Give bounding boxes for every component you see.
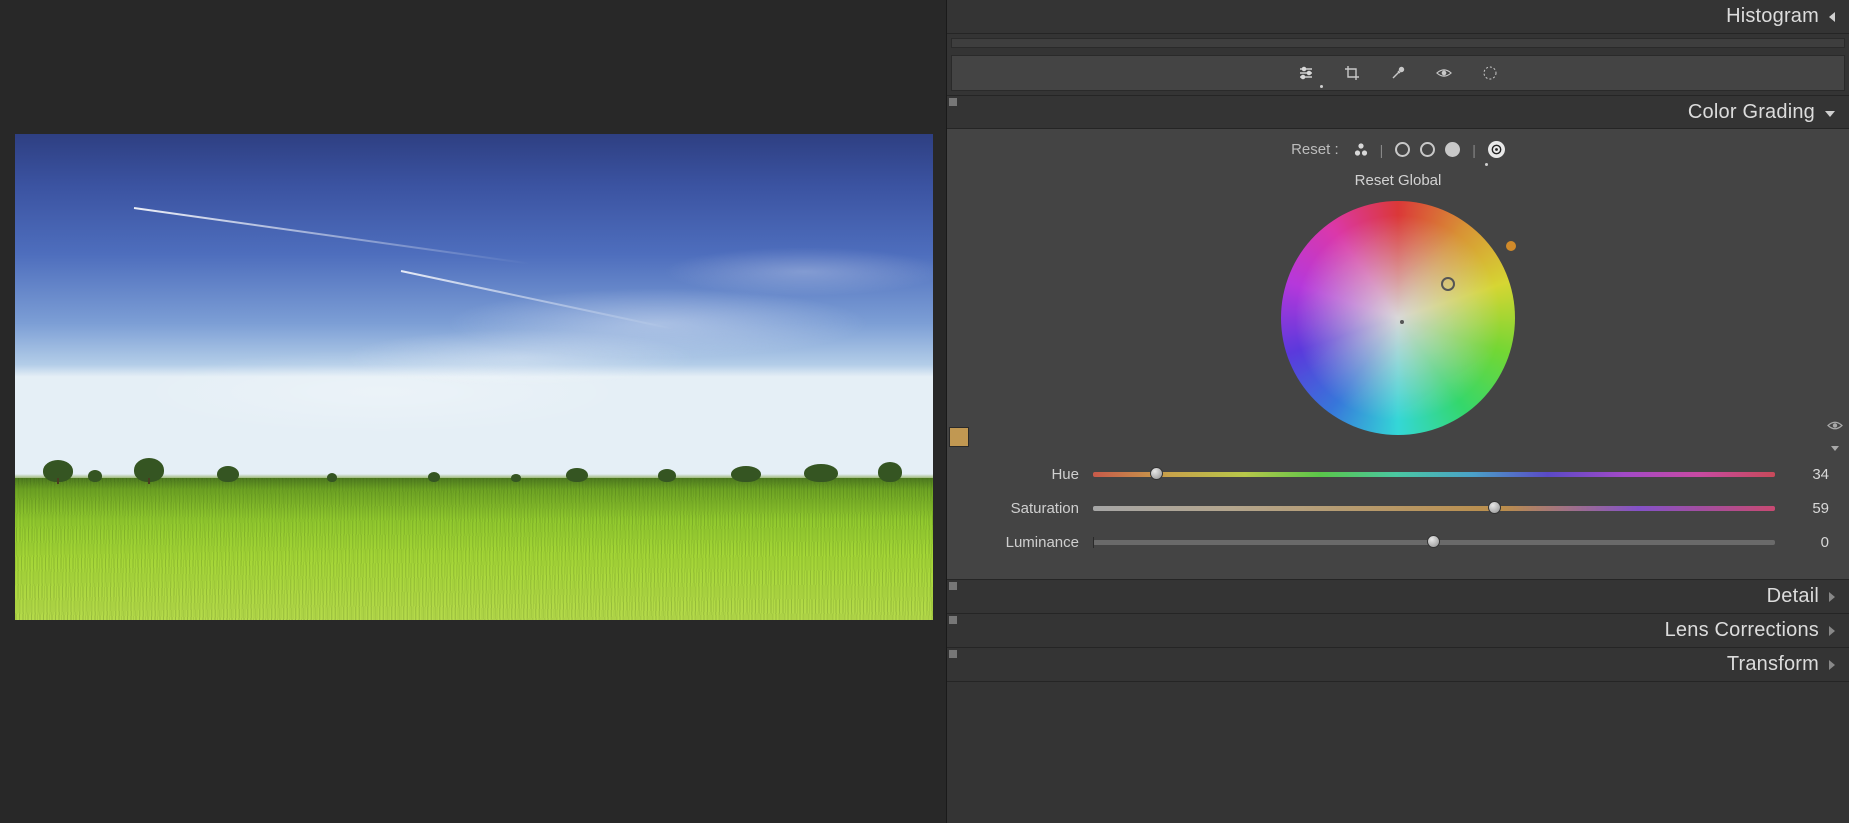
luminance-thumb[interactable] [1427,535,1440,548]
detail-title: Detail [1767,585,1819,608]
color-grading-panel-header[interactable]: Color Grading [947,95,1849,129]
detail-panel-header[interactable]: Detail [947,580,1849,614]
tool-strip [951,55,1845,91]
shadows-mode-icon[interactable] [1395,142,1410,157]
expand-icon [1825,104,1835,120]
color-wheel[interactable] [1281,201,1515,435]
mode-indicator-dot [1485,163,1488,166]
expand-sliders-icon[interactable] [1831,446,1839,451]
saturation-value[interactable]: 59 [1789,500,1829,517]
histogram-strip [951,38,1845,48]
transform-panel-header[interactable]: Transform [947,648,1849,682]
collapse-icon [1829,657,1835,673]
histogram-title: Histogram [1726,5,1819,28]
hue-slider-row: Hue 34 [967,457,1829,491]
collapse-icon [1829,623,1835,639]
color-grading-mode-row: Reset : | | [967,141,1829,158]
wheel-picker-handle[interactable] [1441,277,1455,291]
hue-value[interactable]: 34 [1789,466,1829,483]
wheel-side-controls [1827,419,1843,451]
saturation-label: Saturation [967,500,1079,517]
hue-thumb[interactable] [1150,467,1163,480]
saturation-slider[interactable] [1093,506,1775,511]
eye-icon[interactable] [1436,65,1452,81]
develop-right-panel: Histogram [947,0,1849,823]
midtones-mode-icon[interactable] [1420,142,1435,157]
color-grading-hint: Reset Global [967,172,1829,189]
preview-image[interactable] [15,134,933,620]
highlights-mode-icon[interactable] [1445,142,1460,157]
luminance-value[interactable]: 0 [1789,534,1829,551]
transform-title: Transform [1727,653,1819,676]
saturation-thumb[interactable] [1488,501,1501,514]
lens-corrections-panel-header[interactable]: Lens Corrections [947,614,1849,648]
panel-notch [949,650,957,658]
three-way-icon[interactable] [1353,142,1368,157]
global-mode-icon[interactable] [1488,141,1505,158]
panel-notch [949,582,957,590]
hue-slider[interactable] [1093,472,1775,477]
reset-label: Reset : [1291,141,1339,158]
luminance-label: Luminance [967,534,1079,551]
radial-icon[interactable] [1482,65,1498,81]
cg-sliders: Hue 34 Saturation 59 Luminance 0 [967,457,1829,559]
panel-notch [949,98,957,106]
active-tool-indicator [1320,85,1323,88]
saturation-slider-row: Saturation 59 [967,491,1829,525]
panel-notch [949,616,957,624]
histogram-panel-header[interactable]: Histogram [947,0,1849,34]
crop-icon[interactable] [1344,65,1360,81]
wheel-edge-marker [1506,241,1516,251]
sliders-icon[interactable] [1298,65,1314,81]
collapse-icon [1829,589,1835,605]
hue-label: Hue [967,466,1079,483]
color-swatch[interactable] [949,427,969,447]
visibility-eye-icon[interactable] [1827,419,1843,434]
collapse-icon [1829,9,1835,25]
eyedropper-icon[interactable] [1390,65,1406,81]
image-preview-pane [0,0,947,823]
color-grading-panel-body: Reset : | | Reset Global [947,129,1849,580]
luminance-slider-row: Luminance 0 [967,525,1829,559]
wheel-center [1400,320,1404,324]
luminance-slider[interactable] [1093,540,1775,545]
color-grading-title: Color Grading [1688,101,1815,124]
lens-corrections-title: Lens Corrections [1665,619,1819,642]
